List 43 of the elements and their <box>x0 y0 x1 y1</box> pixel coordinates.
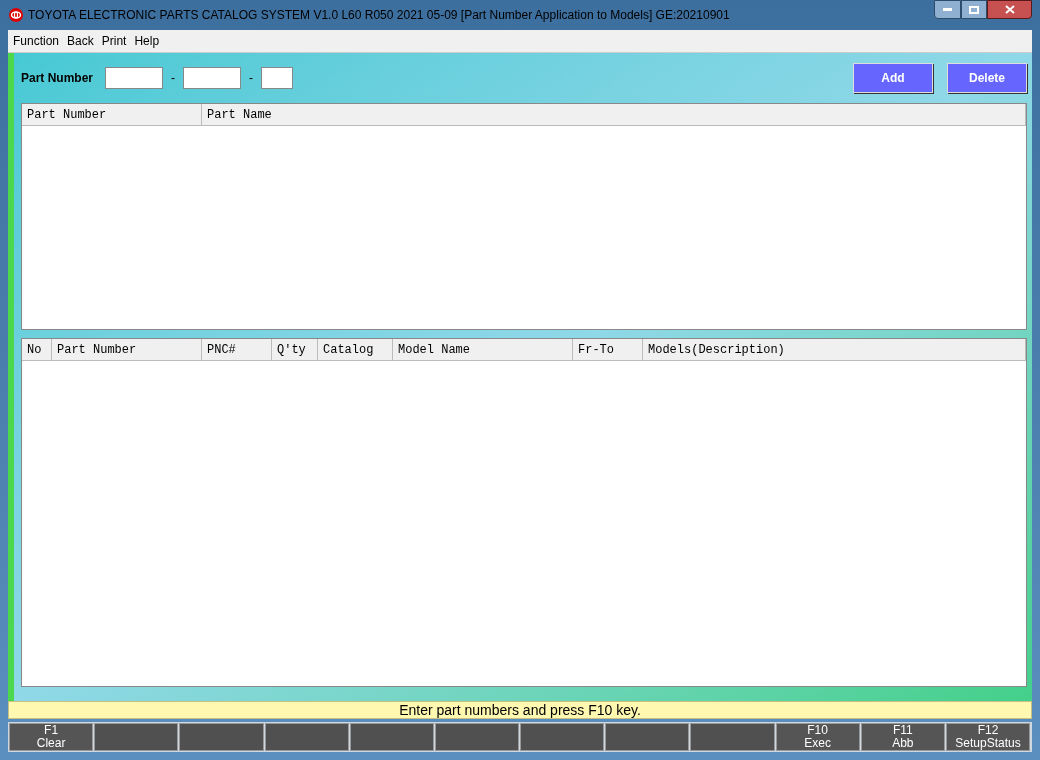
action-button[interactable]: Add <box>853 63 933 93</box>
function-key[interactable]: F11 Abb <box>860 723 945 751</box>
minimize-button[interactable] <box>934 0 961 19</box>
part-number-field[interactable] <box>105 67 164 89</box>
function-key[interactable] <box>349 723 434 751</box>
function-key[interactable] <box>520 723 605 751</box>
column-header[interactable]: No <box>22 339 52 360</box>
menu-item[interactable]: Help <box>133 32 161 50</box>
column-header[interactable]: Q'ty <box>272 339 318 360</box>
function-key[interactable] <box>94 723 179 751</box>
separator-dash: - <box>249 70 254 87</box>
column-header[interactable]: Model Name <box>393 339 573 360</box>
menu-item[interactable]: Function <box>12 32 61 50</box>
separator-dash: - <box>171 70 176 87</box>
status-bar: Enter part numbers and press F10 key. <box>8 701 1032 719</box>
function-key[interactable]: F1 Clear <box>9 723 94 751</box>
part-number-label: Part Number <box>21 70 94 87</box>
column-header[interactable]: Catalog <box>318 339 393 360</box>
function-key[interactable]: F12 SetupStatus <box>945 723 1031 751</box>
action-button[interactable]: Delete <box>947 63 1027 93</box>
column-header[interactable]: PNC# <box>202 339 272 360</box>
part-number-field[interactable] <box>261 67 294 89</box>
column-header[interactable]: Part Number <box>52 339 202 360</box>
close-button[interactable] <box>987 0 1032 19</box>
column-header[interactable]: Part Number <box>22 104 202 125</box>
window-title: TOYOTA ELECTRONIC PARTS CATALOG SYSTEM V1.0 L60 R050 2021 05-09 [Part Number Application to Models] GE:20210901 <box>28 7 730 24</box>
minimize-icon <box>943 8 952 11</box>
maximize-button[interactable] <box>961 0 987 19</box>
column-header[interactable]: Fr-To <box>573 339 643 360</box>
function-key[interactable] <box>179 723 264 751</box>
part-number-field[interactable] <box>183 67 242 89</box>
column-header[interactable]: Models(Description) <box>643 339 1026 360</box>
function-key[interactable] <box>264 723 349 751</box>
menu-item[interactable]: Back <box>66 32 95 50</box>
function-key[interactable] <box>690 723 775 751</box>
app-logo-icon <box>8 7 24 23</box>
close-icon <box>1004 5 1015 14</box>
maximize-icon <box>969 5 979 14</box>
menu-item[interactable]: Print <box>100 32 128 50</box>
function-key[interactable] <box>605 723 690 751</box>
function-key[interactable] <box>434 723 520 751</box>
column-header[interactable]: Part Name <box>202 104 1026 125</box>
function-key[interactable]: F10 Exec <box>775 723 860 751</box>
